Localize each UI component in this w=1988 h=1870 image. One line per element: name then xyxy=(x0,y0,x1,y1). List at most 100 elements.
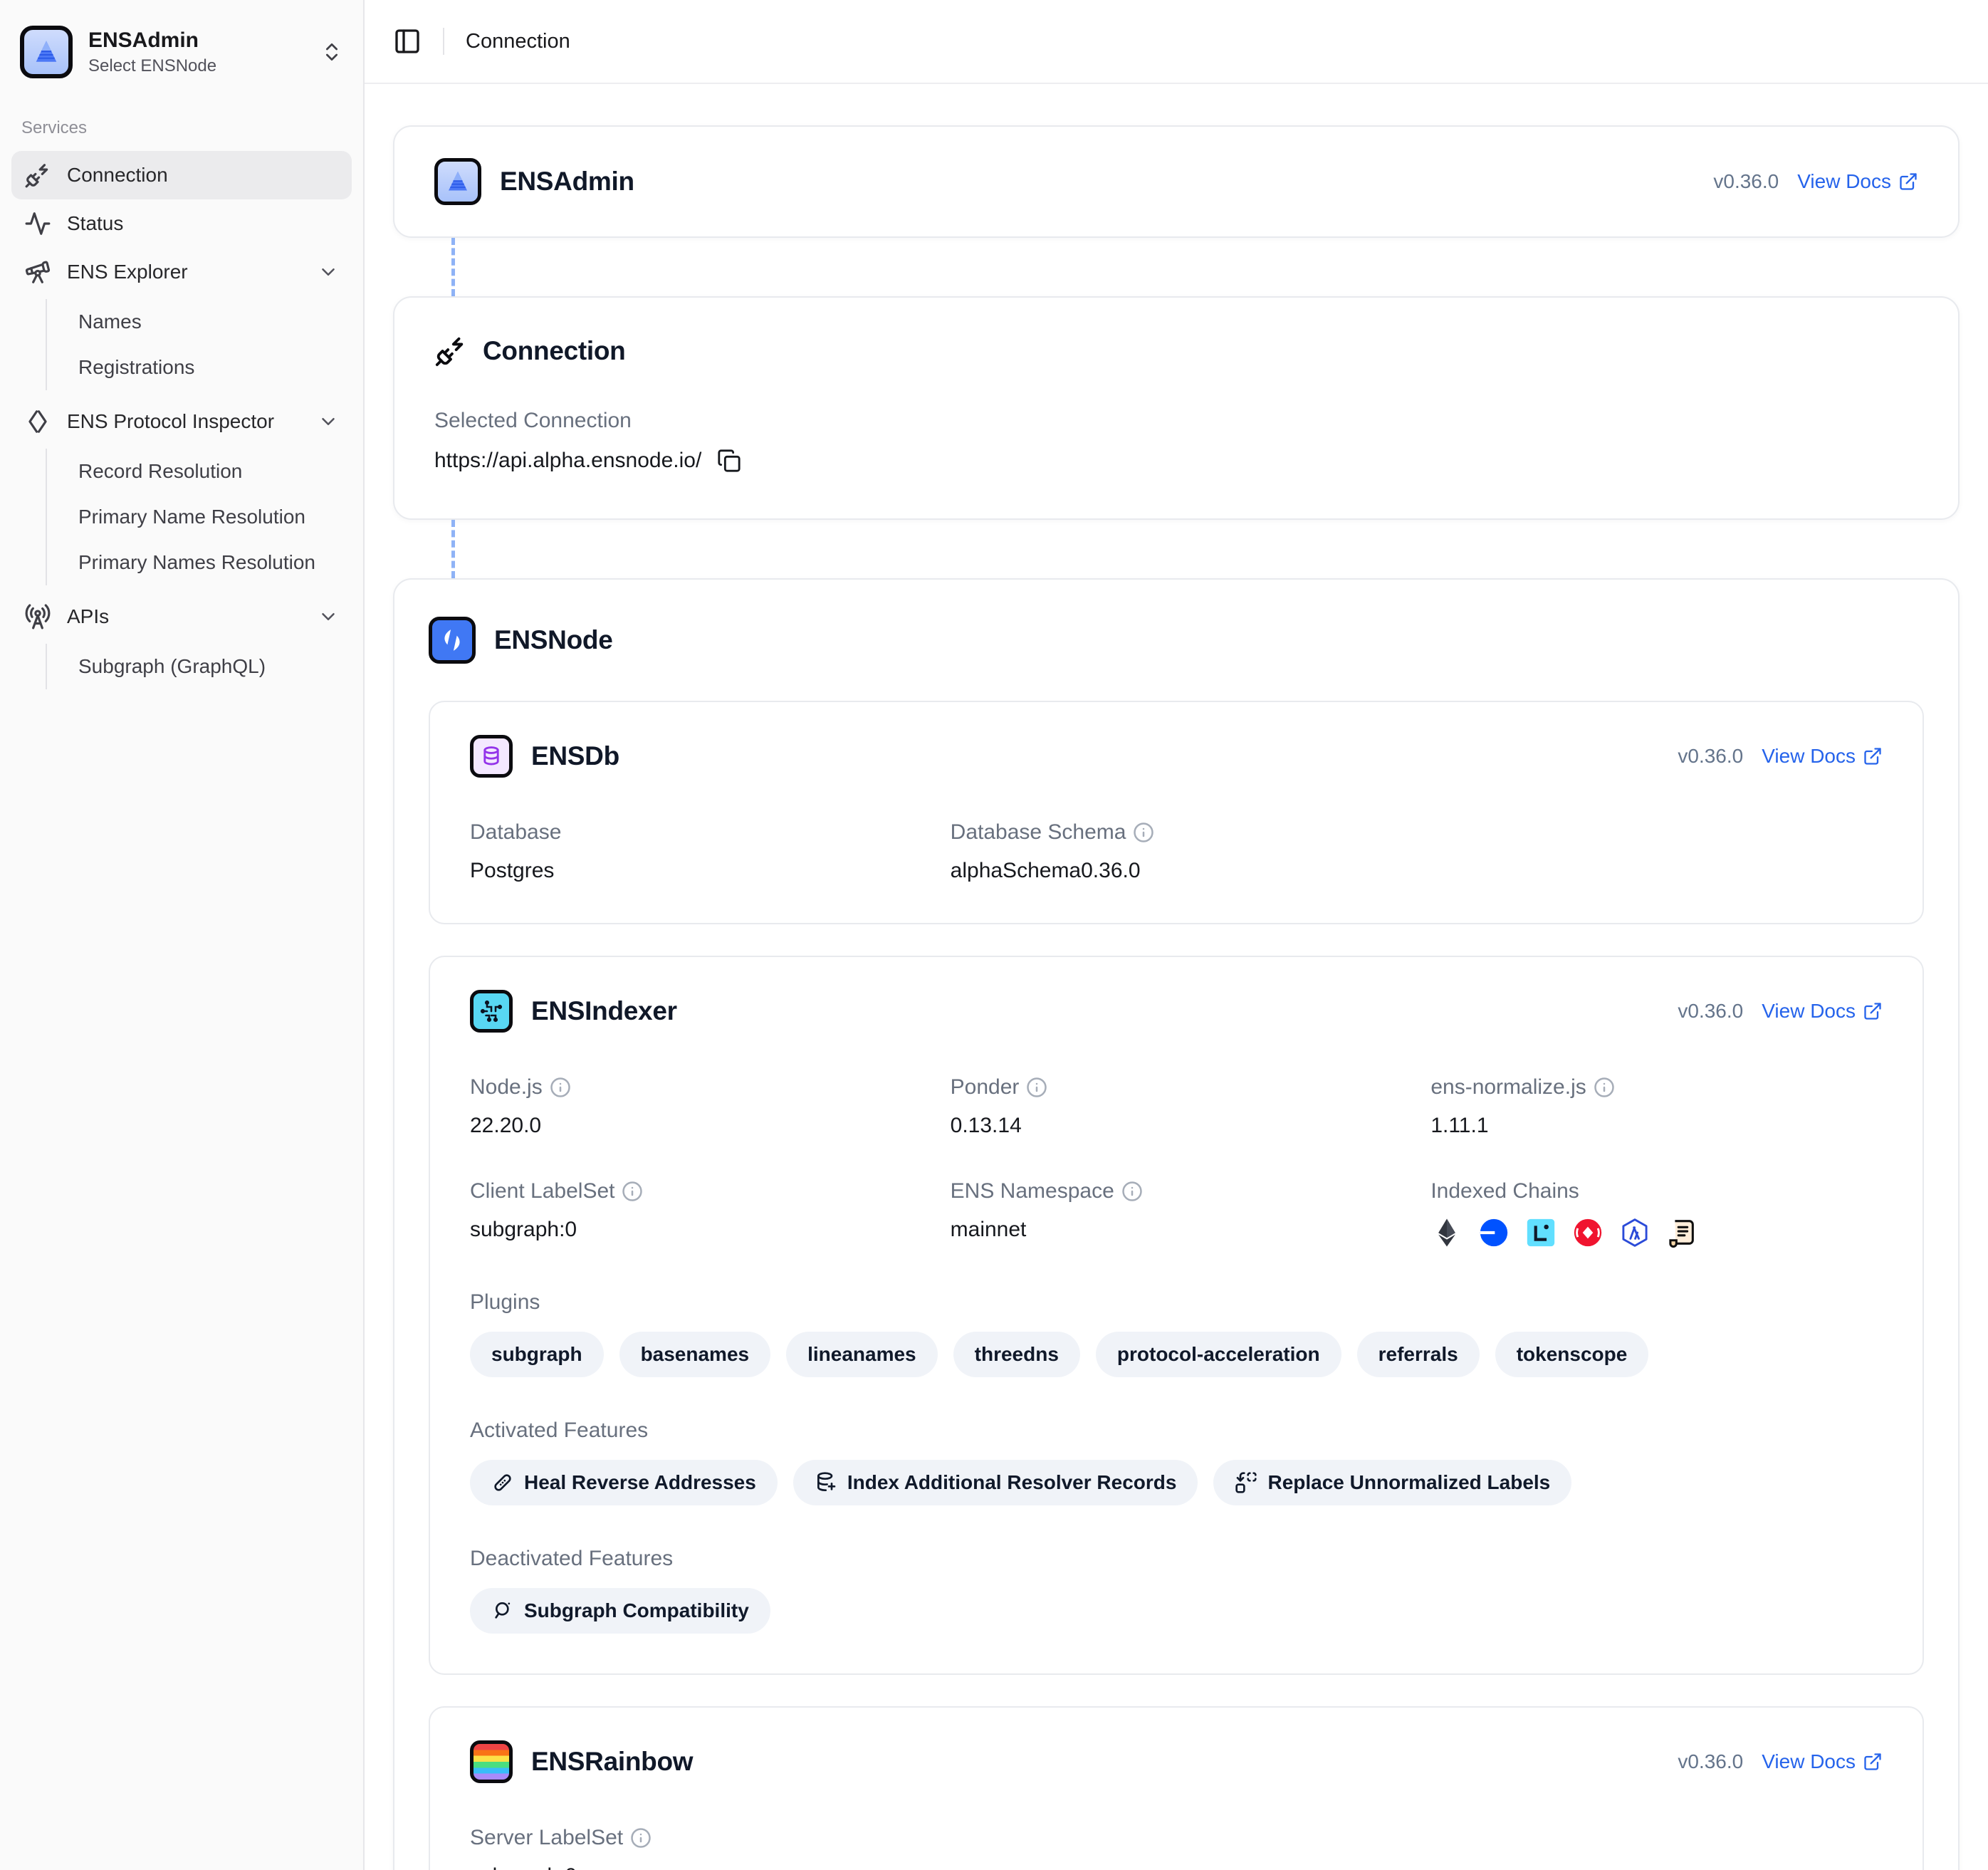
sidebar: ENSAdmin Select ENSNode Services Connect… xyxy=(0,0,365,1870)
sidebar-item-label: Status xyxy=(67,212,339,235)
linea-chain-icon xyxy=(1524,1216,1557,1249)
connection-url: https://api.alpha.ensnode.io/ xyxy=(434,449,701,473)
topbar: Connection xyxy=(365,0,1988,84)
server-labelset-field: Server LabelSet subgraph:0 xyxy=(470,1826,922,1870)
base-chain-icon xyxy=(1477,1216,1510,1249)
connection-card-title: Connection xyxy=(483,336,625,366)
optimism-chain-icon xyxy=(1571,1216,1604,1249)
sidebar-item-label: ENS Explorer xyxy=(67,261,302,283)
field-value: 0.13.14 xyxy=(951,1114,1403,1138)
field-label: ENS Namespace xyxy=(951,1179,1114,1203)
indexed-chains-icons xyxy=(1430,1216,1883,1249)
feature-badge-heal-reverse-addresses: Heal Reverse Addresses xyxy=(470,1460,778,1505)
info-icon[interactable] xyxy=(1594,1077,1615,1098)
circuit-glyph xyxy=(478,998,504,1024)
plugins-label: Plugins xyxy=(470,1290,1883,1315)
ensrainbow-icon xyxy=(470,1740,513,1783)
plugin-badge: threedns xyxy=(953,1332,1080,1377)
info-icon[interactable] xyxy=(550,1077,571,1098)
ensindexer-card-title: ENSIndexer xyxy=(531,996,677,1026)
sidebar-item-label: Connection xyxy=(67,164,339,187)
info-icon[interactable] xyxy=(622,1181,643,1202)
view-docs-label: View Docs xyxy=(1797,170,1891,193)
app-subtitle: Select ENSNode xyxy=(88,55,305,77)
view-docs-label: View Docs xyxy=(1762,745,1856,768)
plugin-badge: lineanames xyxy=(786,1332,938,1377)
main-area: Connection ENSAdmin v0.36.0 View Docs xyxy=(365,0,1988,1870)
plugin-badge: protocol-acceleration xyxy=(1096,1332,1341,1377)
ensrainbow-card-title: ENSRainbow xyxy=(531,1747,693,1777)
field-label: Client LabelSet xyxy=(470,1179,614,1203)
deactivated-features-row: Subgraph Compatibility xyxy=(470,1588,1883,1634)
sidebar-item-record-resolution[interactable]: Record Resolution xyxy=(67,449,352,494)
arbitrum-chain-icon xyxy=(1618,1216,1651,1249)
field-label: Node.js xyxy=(470,1075,543,1099)
field-label: Server LabelSet xyxy=(470,1826,623,1850)
ensindexer-view-docs-link[interactable]: View Docs xyxy=(1762,1000,1883,1023)
copy-icon[interactable] xyxy=(717,449,741,473)
ensrainbow-version: v0.36.0 xyxy=(1678,1750,1743,1773)
sidebar-item-ens-protocol-inspector[interactable]: ENS Protocol Inspector xyxy=(11,397,352,446)
sidebar-item-primary-names-resolution[interactable]: Primary Names Resolution xyxy=(67,540,352,585)
ens-mark-glyph xyxy=(439,627,466,654)
sidebar-item-connection[interactable]: Connection xyxy=(11,151,352,199)
feature-label: Subgraph Compatibility xyxy=(524,1599,749,1622)
ensdb-view-docs-link[interactable]: View Docs xyxy=(1762,745,1883,768)
field-label: Database xyxy=(470,820,561,845)
chevrons-up-down-icon[interactable] xyxy=(320,41,343,63)
info-icon[interactable] xyxy=(1026,1077,1047,1098)
chevron-down-icon xyxy=(318,261,339,283)
ponder-field: Ponder 0.13.14 xyxy=(951,1075,1403,1138)
plugins-row: subgraph basenames lineanames threedns p… xyxy=(470,1332,1883,1377)
ensrainbow-card: ENSRainbow v0.36.0 View Docs xyxy=(429,1706,1924,1870)
sidebar-item-names[interactable]: Names xyxy=(67,299,352,345)
sidebar-item-primary-name-resolution[interactable]: Primary Name Resolution xyxy=(67,494,352,540)
ensadmin-logo-icon xyxy=(434,158,481,205)
ensadmin-card: ENSAdmin v0.36.0 View Docs xyxy=(393,125,1960,238)
plug-zap-icon xyxy=(434,335,467,367)
ensadmin-view-docs-link[interactable]: View Docs xyxy=(1797,170,1918,193)
external-link-icon xyxy=(1863,746,1883,766)
ensindexer-card: ENSIndexer v0.36.0 View Docs xyxy=(429,956,1924,1675)
sidebar-toggle-icon[interactable] xyxy=(393,27,422,56)
sidebar-item-label: ENS Protocol Inspector xyxy=(67,410,302,433)
feature-badge-replace-unnormalized-labels: Replace Unnormalized Labels xyxy=(1213,1460,1571,1505)
sidebar-item-subgraph-graphql[interactable]: Subgraph (GraphQL) xyxy=(67,644,352,689)
field-label: Indexed Chains xyxy=(1430,1179,1579,1203)
breadcrumb: Connection xyxy=(466,30,570,53)
ens-protocol-inspector-children: Record Resolution Primary Name Resolutio… xyxy=(46,449,352,585)
field-value: 22.20.0 xyxy=(470,1114,922,1138)
ensnode-selector[interactable]: ENSAdmin Select ENSNode xyxy=(11,17,352,87)
ensdb-icon xyxy=(470,735,513,778)
info-icon[interactable] xyxy=(1133,822,1154,843)
ens-explorer-children: Names Registrations xyxy=(46,299,352,390)
plugin-badge: tokenscope xyxy=(1495,1332,1649,1377)
client-labelset-field: Client LabelSet subgraph:0 xyxy=(470,1179,922,1249)
info-icon[interactable] xyxy=(630,1827,652,1849)
field-value: subgraph:0 xyxy=(470,1864,922,1870)
plugin-badge: referrals xyxy=(1357,1332,1480,1377)
ensadmin-card-title: ENSAdmin xyxy=(500,167,634,197)
feature-badge-subgraph-compatibility: Subgraph Compatibility xyxy=(470,1588,770,1634)
field-value: alphaSchema0.36.0 xyxy=(951,859,1403,883)
sidebar-item-apis[interactable]: APIs xyxy=(11,592,352,641)
content: ENSAdmin v0.36.0 View Docs Conn xyxy=(365,84,1988,1870)
sidebar-item-registrations[interactable]: Registrations xyxy=(67,345,352,390)
connection-card: Connection Selected Connection https://a… xyxy=(393,296,1960,520)
feature-label: Heal Reverse Addresses xyxy=(524,1471,756,1494)
sidebar-item-status[interactable]: Status xyxy=(11,199,352,248)
activity-icon xyxy=(24,210,51,237)
ethereum-chain-icon xyxy=(1430,1216,1463,1249)
bandage-icon xyxy=(491,1471,514,1494)
ensadmin-logo-icon xyxy=(20,26,73,78)
ensadmin-version: v0.36.0 xyxy=(1713,170,1779,193)
database-field: Database Postgres xyxy=(470,820,922,883)
indexed-chains-field: Indexed Chains xyxy=(1430,1179,1883,1249)
ensrainbow-view-docs-link[interactable]: View Docs xyxy=(1762,1750,1883,1773)
sidebar-item-ens-explorer[interactable]: ENS Explorer xyxy=(11,248,352,296)
plugin-badge: basenames xyxy=(619,1332,771,1377)
ensdb-version: v0.36.0 xyxy=(1678,745,1743,768)
field-value: subgraph:0 xyxy=(470,1218,922,1242)
info-icon[interactable] xyxy=(1121,1181,1143,1202)
app-name: ENSAdmin xyxy=(88,27,305,54)
